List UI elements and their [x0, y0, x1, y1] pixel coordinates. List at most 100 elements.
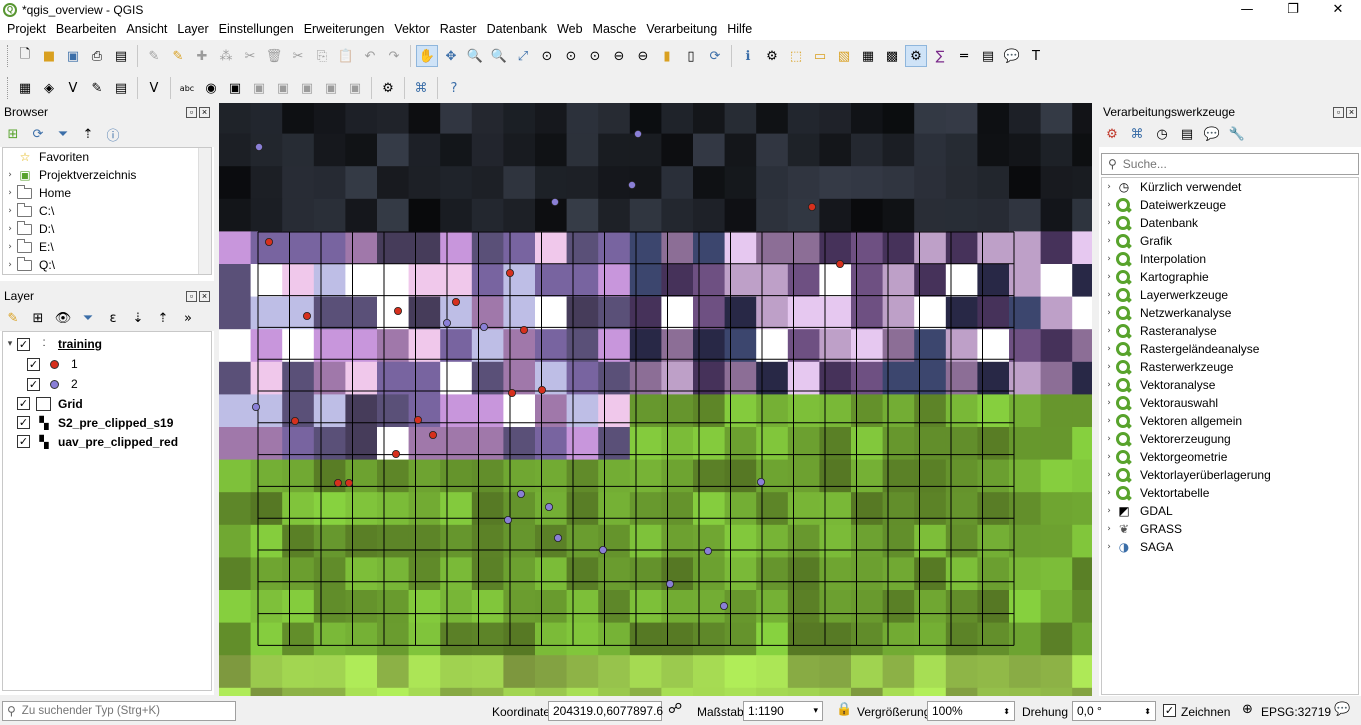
collapse-all-icon[interactable]: ⇡: [152, 307, 174, 329]
text-annotation-icon[interactable]: T: [1025, 45, 1047, 67]
save-as-icon[interactable]: ⎙: [86, 45, 108, 67]
scale-combo[interactable]: 1:1190 ▾: [743, 701, 823, 721]
select-value-icon[interactable]: ▭: [809, 45, 831, 67]
menu-raster[interactable]: Raster: [435, 19, 482, 40]
redo-icon[interactable]: ↷: [383, 45, 405, 67]
deselect-icon[interactable]: ▧: [833, 45, 855, 67]
class-visibility-checkbox[interactable]: ✓: [27, 377, 40, 391]
training-point-class-2[interactable]: [553, 533, 562, 542]
python-console-icon[interactable]: ⌘: [410, 77, 432, 99]
training-point-class-2[interactable]: [442, 318, 451, 327]
browser-item-c[interactable]: › C:\: [3, 202, 211, 220]
menu-web[interactable]: Web: [552, 19, 587, 40]
training-point-class-1[interactable]: [393, 306, 402, 315]
identify-icon[interactable]: ℹ: [737, 45, 759, 67]
undo-icon[interactable]: ↶: [359, 45, 381, 67]
processing-item[interactable]: › Rastergeländeanalyse: [1102, 340, 1358, 358]
chevron-right-icon[interactable]: ›: [1102, 380, 1116, 390]
messages-icon[interactable]: 💬: [1334, 702, 1350, 717]
layer-grid[interactable]: ✓ Grid: [3, 394, 211, 413]
minimize-button[interactable]: —: [1224, 0, 1270, 19]
add-mesh-icon[interactable]: ▤: [110, 77, 132, 99]
processing-item[interactable]: › ❦ GRASS: [1102, 520, 1358, 538]
locator-input[interactable]: [21, 705, 222, 717]
filter-expression-icon[interactable]: ε: [102, 307, 124, 329]
results-icon[interactable]: ▤: [1176, 123, 1198, 145]
scripts-icon[interactable]: ⌘: [1126, 123, 1148, 145]
training-point-class-1[interactable]: [836, 259, 845, 268]
training-point-class-2[interactable]: [516, 489, 525, 498]
menu-bearbeiten[interactable]: Bearbeiten: [51, 19, 121, 40]
paste-icon[interactable]: 📋: [335, 45, 357, 67]
vertex-tool-icon[interactable]: ⁂: [215, 45, 237, 67]
chevron-right-icon[interactable]: ›: [1102, 524, 1116, 534]
mouse-coord-toggle-icon[interactable]: ☍: [668, 701, 682, 717]
processing-search-input[interactable]: [1122, 157, 1343, 171]
properties-icon[interactable]: ⓘ: [102, 123, 124, 145]
class-visibility-checkbox[interactable]: ✓: [27, 357, 40, 371]
zoom-layer-icon[interactable]: ⊙: [560, 45, 582, 67]
magnifier-spin[interactable]: 100% ⬍: [927, 701, 1015, 721]
map-canvas[interactable]: [219, 103, 1092, 696]
chevron-right-icon[interactable]: ›: [1102, 236, 1116, 246]
chevron-right-icon[interactable]: ›: [1102, 470, 1116, 480]
processing-item[interactable]: › Vektorlayerüberlagerung: [1102, 466, 1358, 484]
filter-legend-icon[interactable]: ⏷: [77, 307, 99, 329]
menu-projekt[interactable]: Projekt: [2, 19, 51, 40]
pan-to-selection-icon[interactable]: ✥: [440, 45, 462, 67]
processing-item[interactable]: › Vektorerzeugung: [1102, 430, 1358, 448]
menu-verarbeitung[interactable]: Verarbeitung: [641, 19, 722, 40]
layer-uav[interactable]: ✓ ▚ uav_pre_clipped_red: [3, 432, 211, 451]
training-point-class-2[interactable]: [503, 515, 512, 524]
show-hide-label-icon[interactable]: ▣: [248, 77, 270, 99]
chevron-right-icon[interactable]: ›: [1102, 434, 1116, 444]
zoom-full-icon[interactable]: ⤢: [512, 45, 534, 67]
label-props-icon[interactable]: ▣: [344, 77, 366, 99]
processing-item[interactable]: › Vektoranalyse: [1102, 376, 1358, 394]
copy-icon[interactable]: ⎘: [311, 45, 333, 67]
add-wfs-icon[interactable]: ✎: [86, 77, 108, 99]
processing-item[interactable]: › Layerwerkzeuge: [1102, 286, 1358, 304]
zoom-selection-icon[interactable]: ⊙: [536, 45, 558, 67]
lock-icon[interactable]: 🔒: [836, 702, 852, 717]
chevron-right-icon[interactable]: ›: [1102, 344, 1116, 354]
crs-label[interactable]: EPSG:32719: [1261, 705, 1331, 719]
browser-item-q[interactable]: › Q:\: [3, 256, 211, 274]
refresh-icon[interactable]: ⟳: [27, 123, 49, 145]
menu-erweiterungen[interactable]: Erweiterungen: [299, 19, 390, 40]
chevron-right-icon[interactable]: ›: [1102, 218, 1116, 228]
training-point-class-2[interactable]: [255, 143, 264, 152]
delete-icon[interactable]: 🗑: [263, 45, 285, 67]
chevron-right-icon[interactable]: ›: [1102, 488, 1116, 498]
training-point-class-1[interactable]: [505, 268, 514, 277]
training-point-class-2[interactable]: [719, 601, 728, 610]
browser-item-home[interactable]: › Home: [3, 184, 211, 202]
training-point-class-2[interactable]: [627, 181, 636, 190]
locator-box[interactable]: ⚲: [2, 701, 236, 721]
digitize-icon[interactable]: ✎: [167, 45, 189, 67]
add-delimited-icon[interactable]: V: [62, 77, 84, 99]
expand-all-icon[interactable]: ⇣: [127, 307, 149, 329]
training-point-class-1[interactable]: [265, 237, 274, 246]
chevron-right-icon[interactable]: ›: [1102, 452, 1116, 462]
add-virtual-layer-icon[interactable]: V: [143, 77, 165, 99]
filter-icon[interactable]: ⏷: [52, 123, 74, 145]
layer-visibility-checkbox[interactable]: ✓: [17, 397, 30, 410]
measure-icon[interactable]: ═: [953, 45, 975, 67]
move-label-icon[interactable]: ▣: [272, 77, 294, 99]
render-checkbox[interactable]: ✓: [1163, 704, 1176, 717]
layer-visibility-checkbox[interactable]: ✓: [17, 435, 30, 448]
refresh-icon[interactable]: ⟳: [704, 45, 726, 67]
training-point-class-2[interactable]: [757, 477, 766, 486]
add-selected-icon[interactable]: ⊞: [2, 123, 24, 145]
close-button[interactable]: ✕: [1315, 0, 1361, 19]
chevron-right-icon[interactable]: ›: [1102, 398, 1116, 408]
collapse-all-icon[interactable]: ⇡: [77, 123, 99, 145]
training-point-class-1[interactable]: [334, 478, 343, 487]
modify-attr-icon[interactable]: ✂: [239, 45, 261, 67]
layer-visibility-checkbox[interactable]: ✓: [17, 337, 30, 351]
close-panel-icon[interactable]: ×: [1346, 106, 1357, 118]
close-panel-icon[interactable]: ×: [199, 290, 210, 302]
training-point-class-2[interactable]: [598, 545, 607, 554]
maximize-button[interactable]: ❐: [1270, 0, 1316, 19]
